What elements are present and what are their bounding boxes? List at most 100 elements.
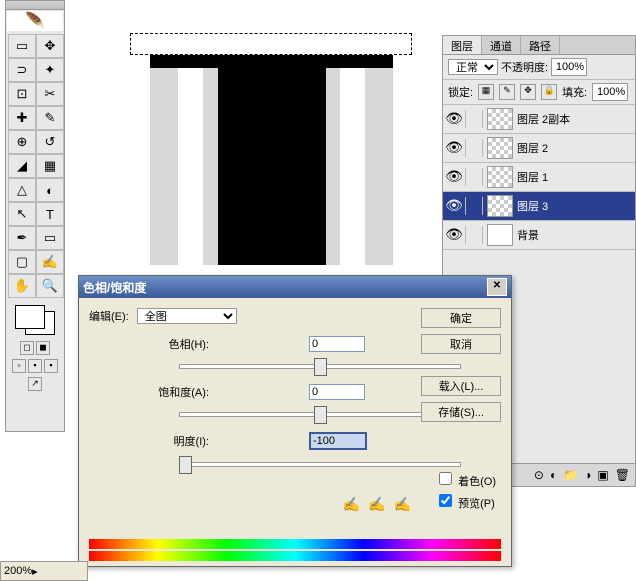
visibility-icon[interactable]: 👁 xyxy=(445,226,466,244)
spectrum-bars xyxy=(89,539,501,563)
layer-name: 图层 1 xyxy=(517,169,548,185)
slice-tool[interactable]: ✂ xyxy=(36,82,64,106)
jump-btn[interactable]: ↗ xyxy=(28,377,42,391)
eyedropper-plus-icon[interactable]: ✍ xyxy=(368,496,385,513)
lock-paint-icon[interactable]: ✎ xyxy=(499,84,515,100)
history-tool[interactable]: ↺ xyxy=(36,130,64,154)
app-logo: 🪶 xyxy=(7,11,63,31)
preview-checkbox[interactable]: 预览(P) xyxy=(435,491,496,511)
hue-input[interactable] xyxy=(309,336,365,352)
screen-mode-1[interactable]: ▫ xyxy=(12,359,26,373)
dialog-title: 色相/饱和度 xyxy=(83,279,146,296)
eyedropper-icon[interactable]: ✍ xyxy=(343,496,360,513)
layer-item[interactable]: 👁 图层 2副本 xyxy=(443,105,635,134)
screen-mode-3[interactable]: ▪ xyxy=(44,359,58,373)
light-input[interactable] xyxy=(309,432,367,450)
tab-paths[interactable]: 路径 xyxy=(521,36,560,54)
close-icon[interactable]: ✕ xyxy=(487,278,507,296)
cancel-button[interactable]: 取消 xyxy=(421,334,501,354)
color-swatch[interactable] xyxy=(15,305,55,335)
notes-tool[interactable]: ▢ xyxy=(8,250,36,274)
shape-tool[interactable]: ▭ xyxy=(36,226,64,250)
sat-input[interactable] xyxy=(309,384,365,400)
lock-all-icon[interactable]: 🔒 xyxy=(541,84,557,100)
screen-mode-2[interactable]: ▪ xyxy=(28,359,42,373)
gradient-tool[interactable]: ▦ xyxy=(36,154,64,178)
colorize-checkbox[interactable]: 着色(O) xyxy=(435,469,496,489)
sat-label: 饱和度(A): xyxy=(139,384,209,400)
mask-mode-std[interactable]: ◻ xyxy=(20,341,34,355)
ok-button[interactable]: 确定 xyxy=(421,308,501,328)
slider-thumb[interactable] xyxy=(314,406,327,424)
dodge-tool[interactable]: ◐ xyxy=(36,178,64,202)
fill-input[interactable] xyxy=(592,83,628,101)
dialog-titlebar[interactable]: 色相/饱和度 ✕ xyxy=(79,276,511,298)
move-tool[interactable]: ✥ xyxy=(36,34,64,58)
folder-icon[interactable]: 📁 xyxy=(563,468,578,482)
new-layer-icon[interactable]: ▣ xyxy=(597,468,608,482)
layer-thumb[interactable] xyxy=(487,108,513,130)
layer-item[interactable]: 👁 图层 2 xyxy=(443,134,635,163)
layer-thumb[interactable] xyxy=(487,166,513,188)
blur-tool[interactable]: △ xyxy=(8,178,36,202)
trash-icon[interactable]: 🗑 xyxy=(615,468,630,482)
hue-sat-dialog: 色相/饱和度 ✕ 编辑(E): 全图 色相(H): 饱和度(A): 明度(I): xyxy=(78,275,512,567)
tab-layers[interactable]: 图层 xyxy=(443,36,482,54)
layer-thumb[interactable] xyxy=(487,224,513,246)
spectrum-top xyxy=(89,539,501,549)
light-slider[interactable] xyxy=(179,454,459,474)
slider-thumb[interactable] xyxy=(179,456,192,474)
save-button[interactable]: 存储(S)... xyxy=(421,402,501,422)
hue-label: 色相(H): xyxy=(139,336,209,352)
edit-select[interactable]: 全图 xyxy=(137,308,237,324)
type-tool[interactable]: T xyxy=(36,202,64,226)
load-button[interactable]: 载入(L)... xyxy=(421,376,501,396)
edit-label: 编辑(E): xyxy=(89,308,129,324)
pen-tool[interactable]: ✒ xyxy=(8,226,36,250)
layer-name: 图层 2副本 xyxy=(517,111,570,127)
visibility-icon[interactable]: 👁 xyxy=(445,139,466,157)
heal-tool[interactable]: ✚ xyxy=(8,106,36,130)
stamp-tool[interactable]: ⊕ xyxy=(8,130,36,154)
eyedropper-tool[interactable]: ✍ xyxy=(36,250,64,274)
opacity-input[interactable] xyxy=(551,58,587,76)
visibility-icon[interactable]: 👁 xyxy=(445,168,466,186)
opacity-label: 不透明度: xyxy=(501,59,548,75)
visibility-icon[interactable]: 👁 xyxy=(445,110,466,128)
layer-item[interactable]: 👁 背景 xyxy=(443,221,635,250)
fx-icon[interactable]: ⊙ xyxy=(534,468,544,482)
adjust-icon[interactable]: ◑ xyxy=(584,468,591,482)
path-tool[interactable]: ↖ xyxy=(8,202,36,226)
mask-mode-quick[interactable]: ◼ xyxy=(36,341,50,355)
fg-color[interactable] xyxy=(15,305,45,329)
eraser-tool[interactable]: ◢ xyxy=(8,154,36,178)
wand-tool[interactable]: ✦ xyxy=(36,58,64,82)
tab-channels[interactable]: 通道 xyxy=(482,36,521,54)
layer-thumb[interactable] xyxy=(487,137,513,159)
eyedropper-minus-icon[interactable]: ✍ xyxy=(394,496,411,513)
visibility-icon[interactable]: 👁 xyxy=(445,197,466,215)
lock-trans-icon[interactable]: ▦ xyxy=(478,84,494,100)
artwork xyxy=(150,55,393,265)
zoom-status[interactable]: 200% ▸ xyxy=(0,561,88,581)
toolbox-grip[interactable] xyxy=(6,1,64,10)
lock-label: 锁定: xyxy=(448,84,473,100)
layer-name: 背景 xyxy=(517,227,539,243)
layer-item[interactable]: 👁 图层 1 xyxy=(443,163,635,192)
hand-tool[interactable]: ✋ xyxy=(8,274,36,298)
slider-thumb[interactable] xyxy=(314,358,327,376)
blend-mode-select[interactable]: 正常 xyxy=(448,59,498,75)
crop-tool[interactable]: ⊡ xyxy=(8,82,36,106)
sat-slider[interactable] xyxy=(179,404,459,424)
hue-slider[interactable] xyxy=(179,356,459,376)
layer-name: 图层 2 xyxy=(517,140,548,156)
zoom-tool[interactable]: 🔍 xyxy=(36,274,64,298)
lasso-tool[interactable]: ⊃ xyxy=(8,58,36,82)
marquee-tool[interactable]: ▭ xyxy=(8,34,36,58)
layer-item[interactable]: 👁 图层 3 xyxy=(443,192,635,221)
brush-tool[interactable]: ✎ xyxy=(36,106,64,130)
canvas[interactable] xyxy=(75,0,435,270)
layer-thumb[interactable] xyxy=(487,195,513,217)
lock-move-icon[interactable]: ✥ xyxy=(520,84,536,100)
mask-icon[interactable]: ◐ xyxy=(550,468,557,482)
